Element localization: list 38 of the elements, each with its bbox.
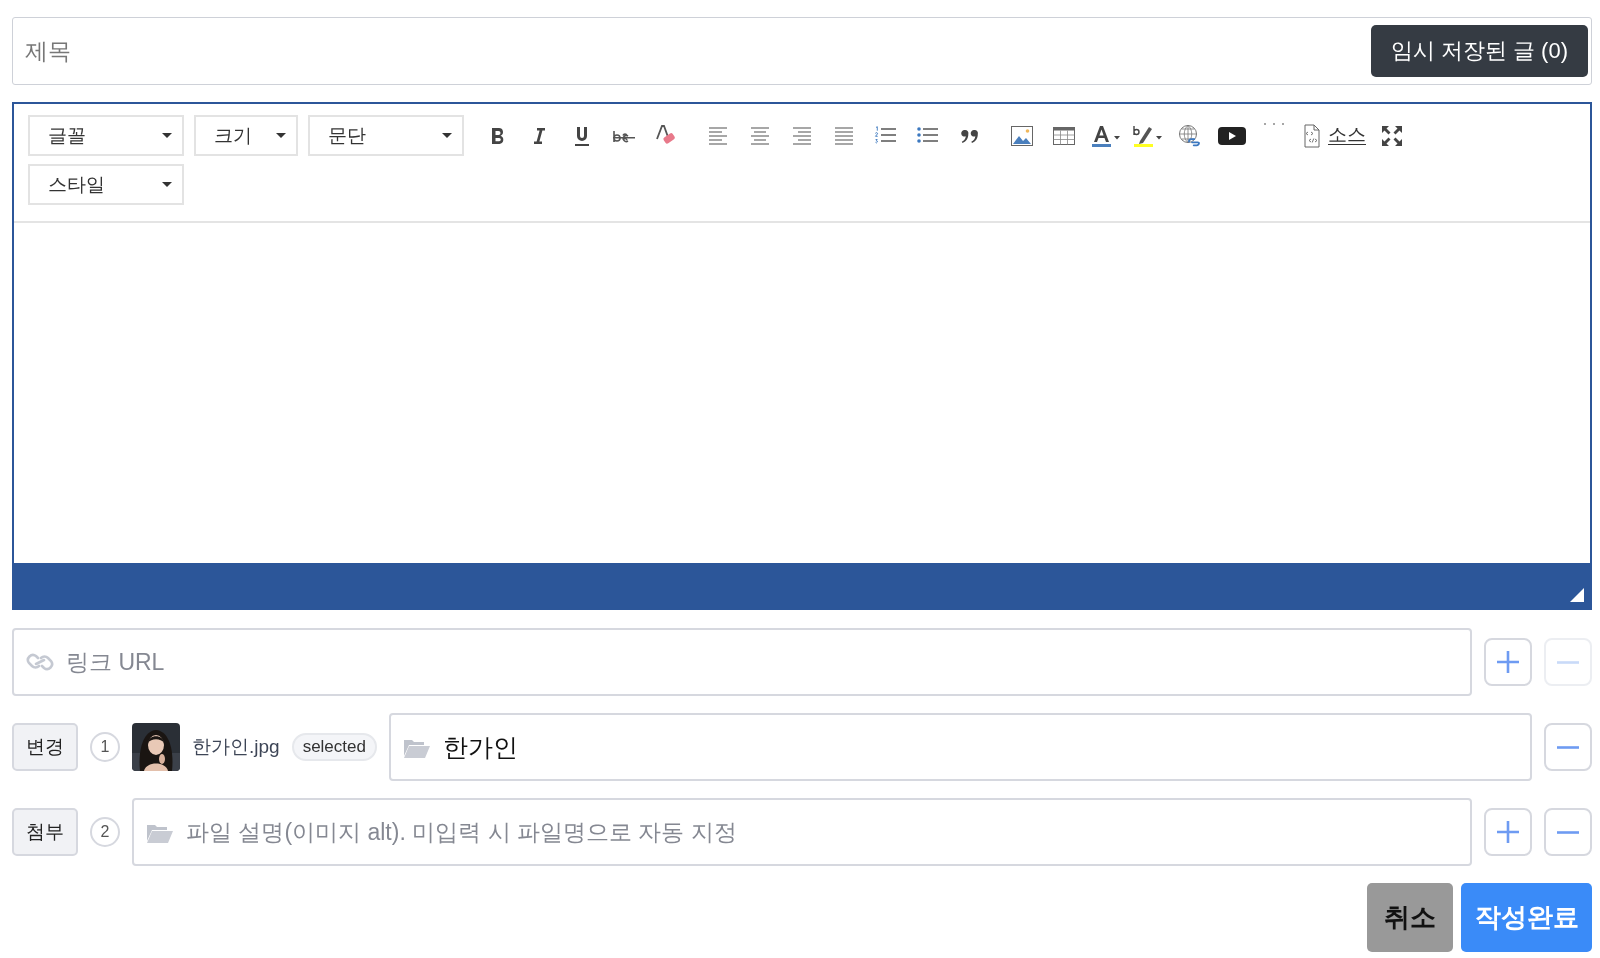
dots-icon — [1264, 122, 1284, 125]
resize-handle-icon — [1570, 588, 1584, 602]
add-button[interactable] — [1484, 808, 1532, 856]
link-icon — [26, 651, 54, 673]
draft-button[interactable]: 임시 저장된 글 (0) — [1370, 25, 1588, 77]
image-icon — [1010, 123, 1034, 148]
plus-icon — [1497, 821, 1519, 843]
caret-icon — [276, 133, 286, 138]
remove-button[interactable] — [1544, 723, 1592, 771]
dropdown[interactable]: 문단 — [308, 115, 464, 156]
fullscreen-icon — [1380, 123, 1404, 148]
dropdown[interactable]: 글꼴 — [28, 115, 184, 156]
description-field[interactable]: 한가인 — [388, 713, 1532, 781]
add-button[interactable] — [1484, 638, 1532, 686]
attach-button[interactable]: 첨부 — [12, 808, 78, 856]
minus-icon — [1557, 745, 1579, 749]
globe-link-icon — [1178, 123, 1202, 148]
cancel-button[interactable]: 취소 — [1367, 883, 1453, 952]
caret-icon — [442, 133, 452, 138]
remove-button[interactable] — [1544, 808, 1592, 856]
title-field[interactable]: 제목 임시 저장된 글 (0) — [12, 17, 1592, 85]
minus-icon — [1557, 660, 1579, 664]
file-name: 한가인.jpg — [192, 735, 280, 759]
row-number: 2 — [90, 817, 120, 847]
minus-icon — [1557, 830, 1579, 834]
caret-icon — [162, 182, 172, 187]
caret-icon — [162, 133, 172, 138]
font-color-icon — [1090, 123, 1122, 148]
plus-icon — [1497, 651, 1519, 673]
status-badge: selected — [291, 733, 377, 761]
change-button[interactable]: 변경 — [12, 723, 78, 771]
row-number: 1 — [90, 732, 120, 762]
highlighter-icon — [1132, 123, 1164, 148]
url-field[interactable]: 링크 URL — [12, 628, 1472, 696]
dropdown[interactable]: 크기 — [194, 115, 298, 156]
dropdown[interactable]: 스타일 — [28, 164, 184, 205]
toolbar-button[interactable]: 소스 — [1300, 118, 1366, 153]
description-field[interactable]: 파일 설명(이미지 alt). 미입력 시 파일명으로 자동 지정 — [132, 798, 1472, 866]
